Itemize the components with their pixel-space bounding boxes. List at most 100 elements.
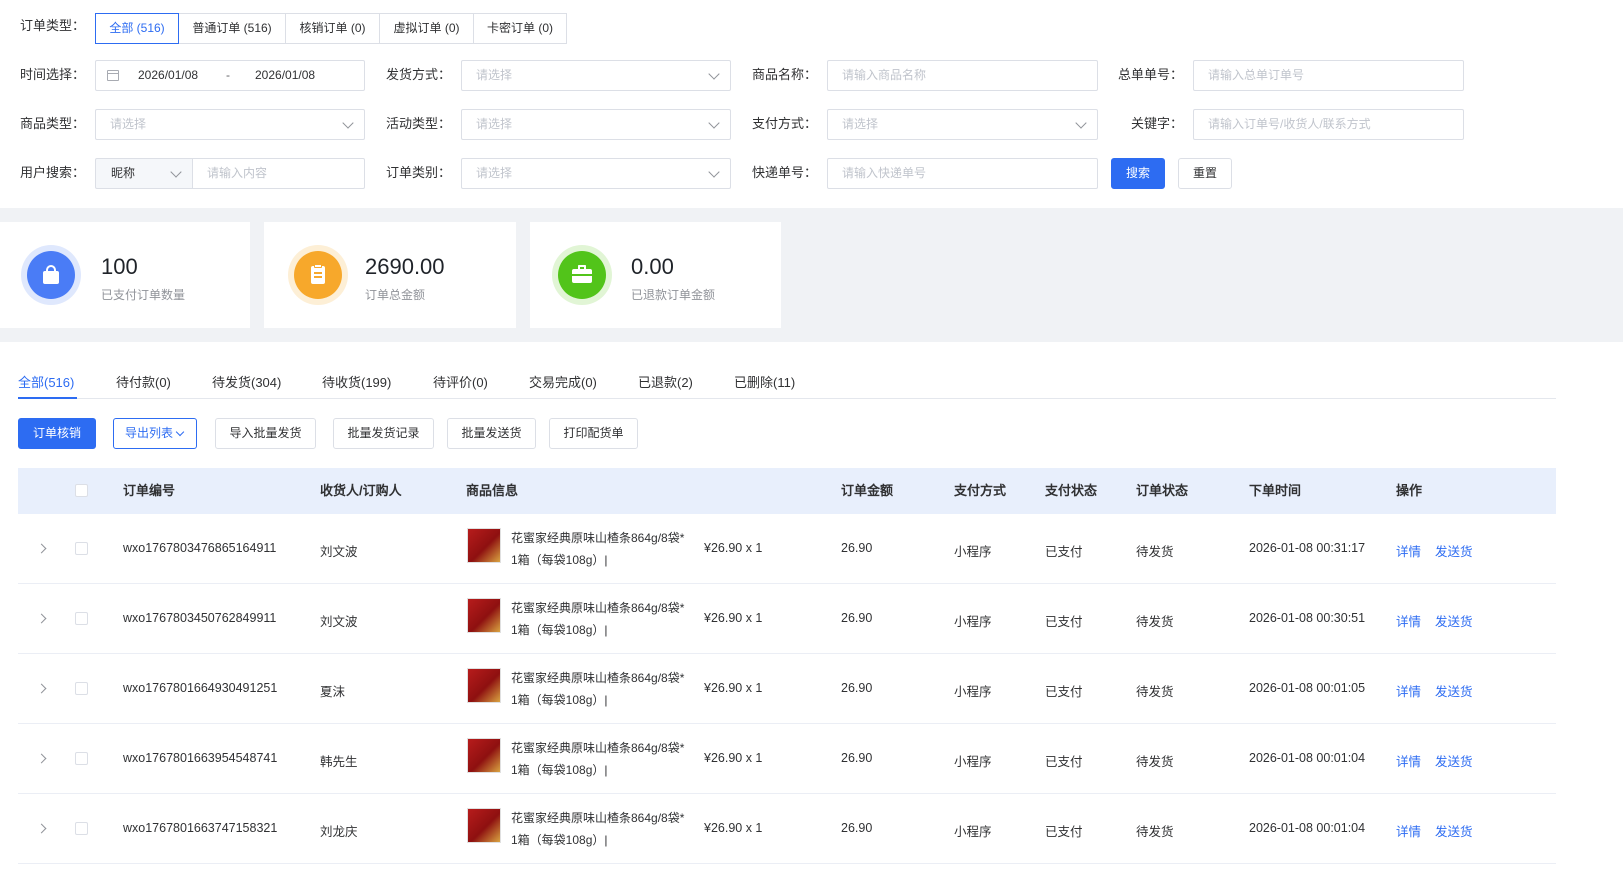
date-end: 2026/01/08 xyxy=(255,68,316,82)
stat-card-total-amount: 2690.00 订单总金额 xyxy=(264,222,516,328)
order-status: 待发货 xyxy=(1136,615,1174,629)
keyword-input[interactable]: 请输入订单号/收货人/联系方式 xyxy=(1193,109,1464,140)
import-batch-ship-button[interactable]: 导入批量发货 xyxy=(215,418,316,449)
expand-row-icon[interactable] xyxy=(36,543,47,554)
detail-link[interactable]: 详情 xyxy=(1396,681,1421,700)
chevron-down-icon xyxy=(708,117,720,129)
ship-link[interactable]: 发送货 xyxy=(1435,751,1473,770)
stat-label: 已退款订单金额 xyxy=(631,288,716,302)
product-name-label: 商品名称： xyxy=(752,67,818,82)
stat-icon-ring xyxy=(21,245,81,305)
user-content-input[interactable]: 请输入内容 xyxy=(192,158,365,189)
pay-method: 小程序 xyxy=(954,615,992,629)
col-order-status: 订单状态 xyxy=(1136,483,1189,498)
pay-method-placeholder: 请选择 xyxy=(842,117,879,131)
col-pay-status: 支付状态 xyxy=(1045,483,1098,498)
product-name-line1: 花蜜家经典原味山楂条864g/8袋* xyxy=(511,741,685,755)
pay-status: 已支付 xyxy=(1045,545,1083,559)
row-checkbox[interactable] xyxy=(75,752,88,765)
date-range-picker[interactable]: 2026/01/08 - 2026/01/08 xyxy=(95,60,365,91)
product-thumbnail xyxy=(467,668,501,703)
tab-pending-shipment[interactable]: 待发货(304) xyxy=(212,372,281,391)
order-no: wxo1767803450762849911 xyxy=(123,611,277,625)
search-button[interactable]: 搜索 xyxy=(1111,158,1165,189)
product-type-label: 商品类型： xyxy=(20,116,86,131)
order-type-card[interactable]: 卡密订单 (0) xyxy=(473,13,567,44)
product-name-line1: 花蜜家经典原味山楂条864g/8袋* xyxy=(511,811,685,825)
tab-deleted[interactable]: 已删除(11) xyxy=(734,372,795,391)
expand-row-icon[interactable] xyxy=(36,753,47,764)
order-time: 2026-01-08 00:01:04 xyxy=(1249,821,1366,835)
row-checkbox[interactable] xyxy=(75,612,88,625)
ship-link[interactable]: 发送货 xyxy=(1435,681,1473,700)
stat-label: 订单总金额 xyxy=(365,288,426,302)
stat-label: 已支付订单数量 xyxy=(101,288,186,302)
date-start: 2026/01/08 xyxy=(138,68,199,82)
detail-link[interactable]: 详情 xyxy=(1396,821,1421,840)
tab-pending-receipt[interactable]: 待收货(199) xyxy=(322,372,391,391)
tab-pending-review[interactable]: 待评价(0) xyxy=(433,372,488,391)
order-type-normal[interactable]: 普通订单 (516) xyxy=(178,13,286,44)
product-name-line2: 1箱（每袋108g）| xyxy=(511,763,608,777)
reset-button[interactable]: 重置 xyxy=(1178,158,1232,189)
price-qty: ¥26.90 x 1 xyxy=(704,611,763,625)
order-status: 待发货 xyxy=(1136,685,1174,699)
row-checkbox[interactable] xyxy=(75,822,88,835)
receiver: 刘龙庆 xyxy=(320,825,358,839)
expand-row-icon[interactable] xyxy=(36,823,47,834)
tab-refunded[interactable]: 已退款(2) xyxy=(638,372,693,391)
col-amount: 订单金额 xyxy=(841,483,894,498)
order-type-virtual[interactable]: 虚拟订单 (0) xyxy=(379,13,474,44)
chevron-down-icon xyxy=(708,166,720,178)
main-order-placeholder: 请输入总单订单号 xyxy=(1208,68,1305,82)
row-checkbox[interactable] xyxy=(75,542,88,555)
ship-link[interactable]: 发送货 xyxy=(1435,821,1473,840)
order-type-verify[interactable]: 核销订单 (0) xyxy=(285,13,380,44)
col-receiver: 收货人/订购人 xyxy=(320,483,402,498)
tab-pending-payment[interactable]: 待付款(0) xyxy=(116,372,171,391)
stat-card-refund-amount: 0.00 已退款订单金额 xyxy=(530,222,781,328)
product-name-input[interactable]: 请输入商品名称 xyxy=(827,60,1098,91)
pay-method-select[interactable]: 请选择 xyxy=(827,109,1098,140)
receiver: 韩先生 xyxy=(320,755,358,769)
user-content-placeholder: 请输入内容 xyxy=(207,166,268,180)
batch-ship-button[interactable]: 批量发送货 xyxy=(447,418,536,449)
table-row: wxo1767803450762849911 刘文波 花蜜家经典原味山楂条864… xyxy=(18,584,1556,654)
user-field-select[interactable]: 昵称 xyxy=(95,158,193,189)
ship-method-label: 发货方式： xyxy=(386,67,452,82)
order-verify-button[interactable]: 订单核销 xyxy=(18,418,96,449)
main-order-input[interactable]: 请输入总单订单号 xyxy=(1193,60,1464,91)
row-checkbox[interactable] xyxy=(75,682,88,695)
tab-completed[interactable]: 交易完成(0) xyxy=(529,372,597,391)
order-type-label: 订单类型： xyxy=(20,18,86,33)
order-time: 2026-01-08 00:01:04 xyxy=(1249,751,1366,765)
activity-type-select[interactable]: 请选择 xyxy=(461,109,731,140)
ship-link[interactable]: 发送货 xyxy=(1435,611,1473,630)
detail-link[interactable]: 详情 xyxy=(1396,751,1421,770)
export-list-button[interactable]: 导出列表 xyxy=(113,418,197,449)
print-picking-list-button[interactable]: 打印配货单 xyxy=(549,418,638,449)
express-input[interactable]: 请输入快递单号 xyxy=(827,158,1098,189)
expand-row-icon[interactable] xyxy=(36,683,47,694)
order-no: wxo1767803476865164911 xyxy=(123,541,277,555)
tab-all[interactable]: 全部(516) xyxy=(18,372,74,391)
product-thumbnail xyxy=(467,528,501,563)
order-category-select[interactable]: 请选择 xyxy=(461,158,731,189)
detail-link[interactable]: 详情 xyxy=(1396,541,1421,560)
date-separator: - xyxy=(226,68,230,82)
ship-link[interactable]: 发送货 xyxy=(1435,541,1473,560)
expand-row-icon[interactable] xyxy=(36,613,47,624)
product-type-select[interactable]: 请选择 xyxy=(95,109,365,140)
activity-type-placeholder: 请选择 xyxy=(476,117,513,131)
select-all-checkbox[interactable] xyxy=(75,484,88,497)
stat-value: 2690.00 xyxy=(365,254,445,279)
order-category-label: 订单类别： xyxy=(386,165,452,180)
batch-ship-records-button[interactable]: 批量发货记录 xyxy=(333,418,434,449)
table-header: 订单编号 收货人/订购人 商品信息 订单金额 支付方式 支付状态 订单状态 下单… xyxy=(18,468,1556,514)
amount: 26.90 xyxy=(841,751,873,765)
main-order-label: 总单单号： xyxy=(1118,67,1184,82)
table-row: wxo1767801663747158321 刘龙庆 花蜜家经典原味山楂条864… xyxy=(18,794,1556,864)
detail-link[interactable]: 详情 xyxy=(1396,611,1421,630)
ship-method-select[interactable]: 请选择 xyxy=(461,60,731,91)
order-type-all[interactable]: 全部 (516) xyxy=(95,13,179,44)
